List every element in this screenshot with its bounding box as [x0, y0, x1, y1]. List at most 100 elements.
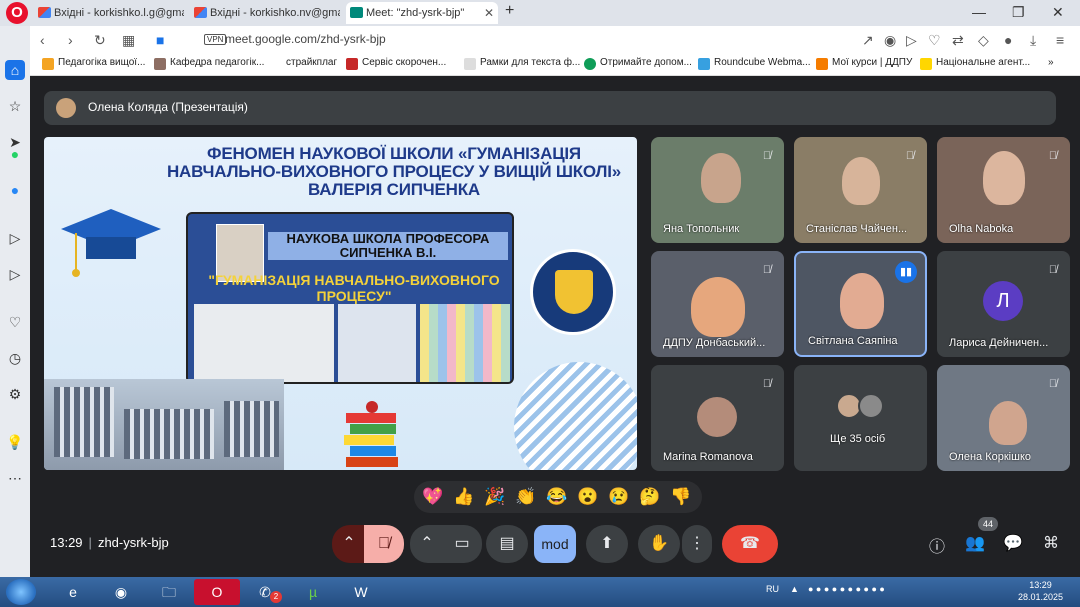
participant-tile[interactable]: 🎙̸ Olha Naboka: [937, 137, 1070, 243]
settings-icon[interactable]: ⚙: [5, 384, 25, 404]
reaction-thumbs-down[interactable]: 👎: [670, 486, 691, 508]
more-options-button[interactable]: ⋮: [682, 525, 712, 563]
bookmark-item[interactable]: Педагогіка вищої...: [42, 57, 145, 70]
history-icon[interactable]: ◷: [5, 348, 25, 368]
bookmark-item[interactable]: Національне агент...: [920, 57, 1030, 70]
meeting-time: 13:29: [50, 535, 83, 550]
camera-toggle-button[interactable]: ▭: [442, 525, 482, 563]
participant-tile[interactable]: ▮▮ Світлана Саяпіна: [794, 251, 927, 357]
whatsapp-icon[interactable]: ●: [5, 144, 25, 164]
heart-outline-icon[interactable]: ♡: [928, 30, 941, 50]
reload-icon[interactable]: ↻: [94, 30, 106, 50]
participant-tile[interactable]: 🎙̸ Яна Топольник: [651, 137, 784, 243]
emoji-button[interactable]: mod: [534, 525, 576, 563]
back-icon[interactable]: ‹: [40, 30, 45, 50]
system-clock[interactable]: 13:29 28.01.2025: [1018, 579, 1063, 603]
reaction-sad[interactable]: 😢: [608, 486, 629, 508]
bookmark-item[interactable]: Roundcube Webma...: [698, 57, 811, 70]
bookmark-item[interactable]: Кафедра педагогік...: [154, 57, 265, 70]
profile-icon[interactable]: ●: [1004, 30, 1012, 50]
shield-icon: [555, 270, 593, 314]
mic-options-button[interactable]: ⌃: [332, 525, 366, 563]
participant-name: Олена Коркішко: [949, 451, 1031, 463]
mic-off-icon: 🎙̸: [1048, 378, 1058, 390]
info-icon[interactable]: ⓘ: [926, 533, 948, 557]
activities-icon[interactable]: ⌘: [1040, 533, 1062, 553]
start-button[interactable]: [6, 579, 36, 605]
new-tab-icon[interactable]: +: [505, 2, 514, 20]
download-icon[interactable]: ⤓: [1030, 30, 1036, 50]
share-icon[interactable]: ↗: [862, 30, 874, 50]
participant-tile[interactable]: 🎙̸ Олена Коркішко: [937, 365, 1070, 471]
vk-icon[interactable]: ●: [5, 180, 25, 200]
word-icon[interactable]: W: [338, 579, 384, 605]
bookmark-icon: [584, 58, 596, 70]
present-button[interactable]: ⬆: [586, 525, 628, 563]
tab-gmail-1[interactable]: Вхідні - korkishko.l.g@gma: [34, 2, 184, 24]
star-icon[interactable]: ☆: [5, 96, 25, 116]
reaction-party[interactable]: 🎉: [484, 486, 505, 508]
avatar: Л: [983, 281, 1023, 321]
reaction-clap[interactable]: 👏: [515, 486, 536, 508]
reaction-surprised[interactable]: 😮: [577, 486, 598, 508]
bulb-icon[interactable]: 💡: [5, 432, 25, 452]
bookmark-item[interactable]: Сервіс скорочен...: [346, 57, 446, 70]
end-call-button[interactable]: ☎: [722, 525, 778, 563]
mic-off-icon: 🎙̸: [762, 150, 772, 162]
vpn-badge[interactable]: VPN: [204, 34, 227, 45]
close-tab-icon[interactable]: ✕: [484, 2, 494, 24]
more-icon[interactable]: ⋯: [5, 468, 25, 488]
tray-arrow-icon[interactable]: ▲: [790, 584, 799, 594]
reaction-thumbs-up[interactable]: 👍: [453, 486, 474, 508]
maximize-icon[interactable]: ❐: [1012, 0, 1025, 24]
close-window-icon[interactable]: ✕: [1052, 0, 1064, 24]
participant-tile[interactable]: 🎙̸ Marina Romanova: [651, 365, 784, 471]
bookmark-item[interactable]: Рамки для текста ф...: [464, 57, 580, 70]
chrome-icon[interactable]: ◉: [98, 579, 144, 605]
chat-icon[interactable]: 💬: [1002, 533, 1024, 553]
participant-tile[interactable]: 🎙̸ Станіслав Чайчен...: [794, 137, 927, 243]
camera-options-button[interactable]: ⌃: [410, 525, 444, 563]
more-participants-tile[interactable]: Ще 35 осіб: [794, 365, 927, 471]
captions-button[interactable]: ▤: [486, 525, 528, 563]
forward-icon[interactable]: ›: [68, 30, 73, 50]
tab-gmail-2[interactable]: Вхідні - korkishko.nv@gma: [190, 2, 340, 24]
people-icon[interactable]: 👥: [964, 533, 986, 553]
clock-time: 13:29: [1029, 580, 1052, 590]
bookmark-item[interactable]: Мої курси | ДДПУ: [816, 57, 912, 70]
menu-icon[interactable]: ≡: [1056, 30, 1064, 50]
play-icon[interactable]: ▷: [906, 30, 917, 50]
translate-icon[interactable]: ⇄: [952, 30, 964, 50]
home-icon[interactable]: ⌂: [5, 60, 25, 80]
bookmark-label: Кафедра педагогік...: [170, 57, 265, 68]
tab-meet[interactable]: Meet: "zhd-ysrk-bjp" ✕: [346, 2, 498, 24]
participant-name: Лариса Дейничен...: [949, 337, 1049, 349]
bookmark-item[interactable]: страйкплаг: [270, 57, 337, 70]
raise-hand-button[interactable]: ✋: [638, 525, 680, 563]
reaction-thinking[interactable]: 🤔: [639, 486, 660, 508]
reaction-sparkling-heart[interactable]: 💖: [422, 486, 443, 508]
ie-icon[interactable]: e: [50, 579, 96, 605]
mic-toggle-button[interactable]: 🎙̸: [364, 525, 404, 563]
url-field[interactable]: meet.google.com/zhd-ysrk-bjp: [225, 32, 386, 46]
bookmarks-overflow-icon[interactable]: »: [1048, 57, 1054, 68]
viber-icon[interactable]: ✆ 2: [242, 579, 288, 605]
player-icon[interactable]: ▷: [5, 228, 25, 248]
tray-icons[interactable]: ● ● ● ● ● ● ● ● ● ●: [808, 584, 885, 594]
bookmark-item[interactable]: Отримайте допом...: [584, 57, 692, 70]
participant-tile[interactable]: 🎙̸ ДДПУ Донбаський...: [651, 251, 784, 357]
reaction-laugh[interactable]: 😂: [546, 486, 567, 508]
flow-icon[interactable]: ▷: [5, 264, 25, 284]
participant-tile[interactable]: Л 🎙̸ Лариса Дейничен...: [937, 251, 1070, 357]
minimize-icon[interactable]: —: [972, 0, 986, 24]
opera-logo-icon[interactable]: O: [6, 2, 28, 24]
folder-icon[interactable]: 🗀: [146, 579, 192, 605]
heart-icon[interactable]: ♡: [5, 312, 25, 332]
opera-taskbar-icon[interactable]: O: [194, 579, 240, 605]
cube-icon[interactable]: ◇: [978, 30, 989, 50]
language-indicator[interactable]: RU: [766, 584, 779, 594]
snapshot-icon[interactable]: ◉: [884, 30, 896, 50]
mic-off-icon: 🎙̸: [905, 150, 915, 162]
speed-dial-icon[interactable]: ▦: [122, 30, 135, 50]
utorrent-icon[interactable]: µ: [290, 579, 336, 605]
